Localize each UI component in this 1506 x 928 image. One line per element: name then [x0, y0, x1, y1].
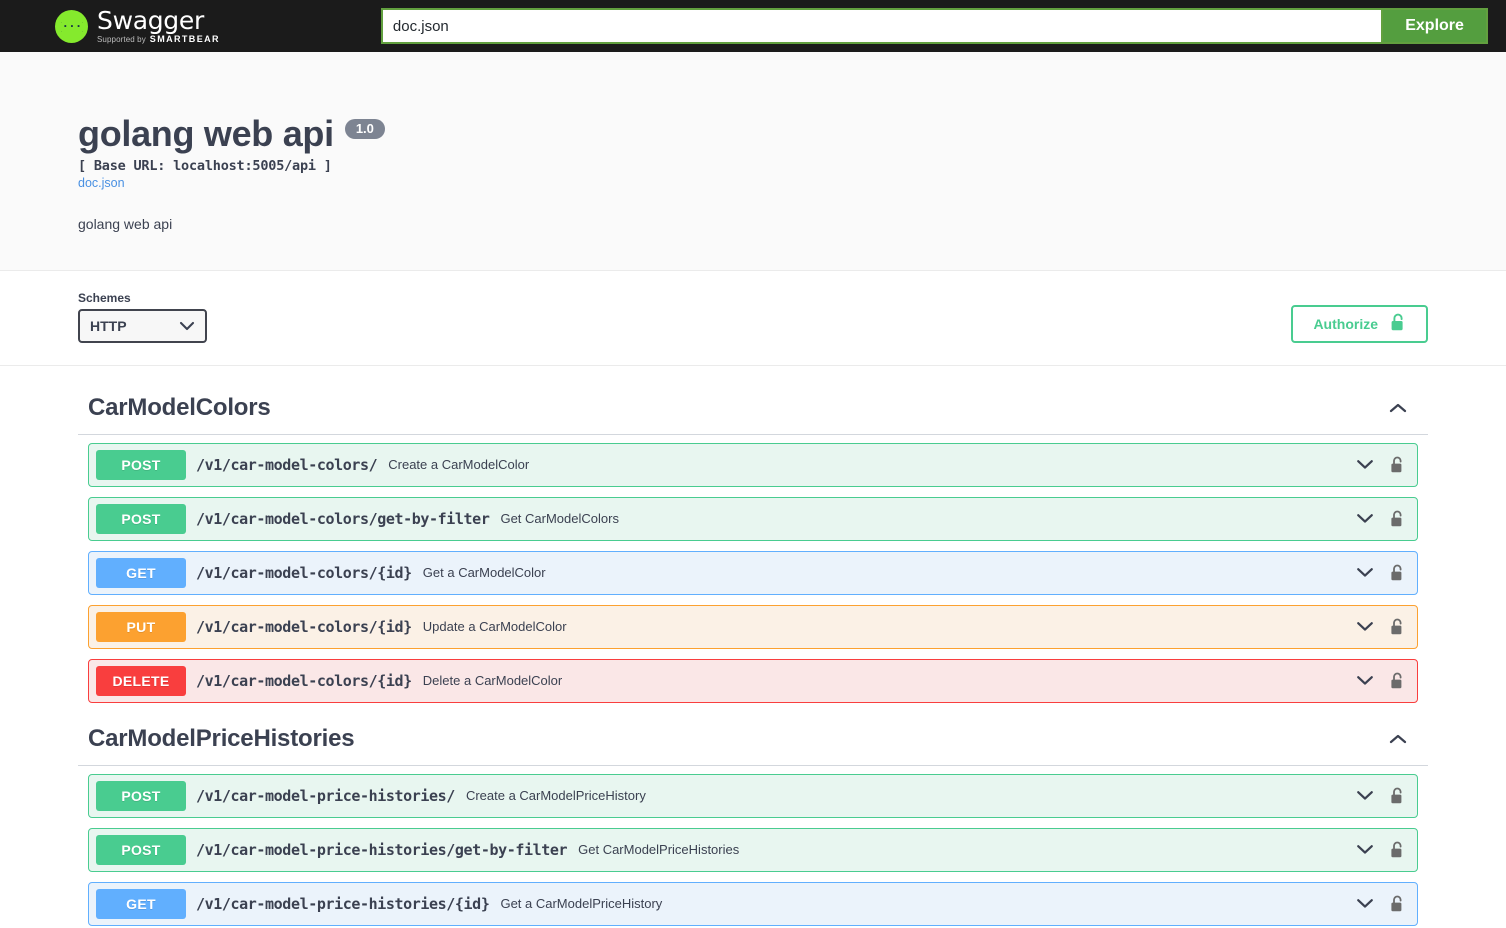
- spec-doc-link[interactable]: doc.json: [78, 176, 125, 190]
- chevron-up-icon[interactable]: [1388, 402, 1418, 414]
- page-title: golang web api: [78, 113, 334, 154]
- unlock-icon[interactable]: [1390, 510, 1405, 528]
- operation-path: /v1/car-model-price-histories/: [196, 786, 455, 805]
- version-badge: 1.0: [344, 119, 385, 140]
- explore-button[interactable]: Explore: [1381, 8, 1488, 44]
- tag-name: CarModelColors: [88, 393, 271, 421]
- operation-row[interactable]: GET/v1/car-model-colors/{id} Get a CarMod…: [88, 550, 1418, 595]
- base-url: [ Base URL: localhost:5005/api ]: [78, 157, 332, 174]
- swagger-logo-icon: {···}: [55, 9, 88, 43]
- unlock-icon[interactable]: [1390, 618, 1405, 636]
- operation-path: /v1/car-model-price-histories/{id}: [196, 894, 490, 913]
- operation-row[interactable]: PUT/v1/car-model-colors/{id} Update a Car…: [88, 604, 1418, 649]
- unlock-icon[interactable]: [1390, 564, 1405, 582]
- schemes-label: Schemes: [78, 290, 131, 305]
- operation-path: /v1/car-model-colors/get-by-filter: [196, 509, 490, 528]
- http-verb-badge: POST: [96, 780, 186, 811]
- chevron-down-icon[interactable]: [1356, 898, 1374, 909]
- operation-row[interactable]: POST/v1/car-model-colors/get-by-filter Ge…: [88, 496, 1418, 541]
- operation-summary: Get a CarModelPriceHistory: [500, 896, 663, 912]
- swagger-logo-text: Swagger: [97, 6, 204, 35]
- tag-header-carmodelcolors[interactable]: CarModelColors: [78, 382, 1428, 435]
- chevron-down-icon[interactable]: [1356, 621, 1374, 632]
- chevron-up-icon[interactable]: [1388, 733, 1418, 745]
- chevron-down-icon: [179, 321, 195, 331]
- operation-path: /v1/car-model-colors/{id}: [196, 563, 412, 582]
- api-title-row: golang web api 1.0: [78, 114, 1428, 154]
- chevron-down-icon[interactable]: [1356, 844, 1374, 855]
- schemes-selected-value: HTTP: [90, 317, 127, 334]
- api-info-block: golang web api 1.0 [ Base URL: localhost…: [0, 52, 1506, 271]
- http-verb-badge: POST: [96, 834, 186, 865]
- authorize-label: Authorize: [1313, 315, 1378, 332]
- unlock-icon[interactable]: [1390, 672, 1405, 690]
- operation-row[interactable]: GET/v1/car-model-price-histories/{id} Get…: [88, 881, 1418, 926]
- operation-row[interactable]: DELETE/v1/car-model-colors/{id} Delete a …: [88, 658, 1418, 703]
- logo-supported-by-label: Supported by: [97, 35, 146, 44]
- http-verb-badge: GET: [96, 888, 186, 919]
- schemes-select[interactable]: HTTP: [78, 308, 207, 343]
- spec-url-form: Explore: [380, 8, 1488, 44]
- tag-header-carmodelpricehistories[interactable]: CarModelPriceHistories: [78, 713, 1428, 766]
- chevron-down-icon[interactable]: [1356, 459, 1374, 470]
- chevron-down-icon[interactable]: [1356, 567, 1374, 578]
- operation-path: /v1/car-model-colors/{id}: [196, 671, 412, 690]
- unlock-icon[interactable]: [1390, 456, 1405, 474]
- operations-container: CarModelColors POST/v1/car-model-colors/C…: [23, 366, 1483, 926]
- unlock-icon[interactable]: [1390, 787, 1405, 805]
- operation-summary: Create a CarModelPriceHistory: [465, 788, 646, 804]
- operation-path: /v1/car-model-colors/: [196, 455, 378, 474]
- chevron-down-icon[interactable]: [1356, 513, 1374, 524]
- tag-section: CarModelPriceHistories POST/v1/car-model-…: [78, 713, 1428, 926]
- operation-summary: Delete a CarModelColor: [422, 673, 563, 689]
- unlock-icon: [1390, 313, 1406, 335]
- operation-summary: Get CarModelPriceHistories: [578, 842, 740, 858]
- http-verb-badge: PUT: [96, 611, 186, 642]
- http-verb-badge: POST: [96, 449, 186, 480]
- authorize-button[interactable]: Authorize: [1291, 304, 1428, 343]
- operation-summary: Get CarModelColors: [500, 511, 619, 527]
- unlock-icon[interactable]: [1390, 895, 1405, 913]
- api-description: golang web api: [78, 215, 173, 232]
- tag-section: CarModelColors POST/v1/car-model-colors/C…: [78, 382, 1428, 703]
- chevron-down-icon[interactable]: [1356, 675, 1374, 686]
- schemes-block: Schemes HTTP Authorize: [0, 270, 1506, 366]
- operation-row[interactable]: POST/v1/car-model-price-histories/Create…: [88, 773, 1418, 818]
- svg-text:{···}: {···}: [61, 20, 83, 33]
- chevron-down-icon[interactable]: [1356, 790, 1374, 801]
- tag-name: CarModelPriceHistories: [88, 724, 355, 752]
- topbar: {···} Swagger Supported by SMARTBEAR Exp…: [0, 0, 1506, 52]
- http-verb-badge: GET: [96, 557, 186, 588]
- spec-url-input[interactable]: [380, 8, 1382, 44]
- http-verb-badge: DELETE: [96, 665, 186, 696]
- unlock-icon[interactable]: [1390, 841, 1405, 859]
- operation-row[interactable]: POST/v1/car-model-colors/Create a CarMod…: [88, 442, 1418, 487]
- operation-summary: Get a CarModelColor: [422, 565, 546, 581]
- operation-summary: Create a CarModelColor: [388, 457, 530, 473]
- operation-path: /v1/car-model-price-histories/get-by-fil…: [196, 840, 568, 859]
- operation-path: /v1/car-model-colors/{id}: [196, 617, 412, 636]
- operation-row[interactable]: POST/v1/car-model-price-histories/get-by…: [88, 827, 1418, 872]
- swagger-logo[interactable]: {···} Swagger Supported by SMARTBEAR: [55, 8, 220, 44]
- http-verb-badge: POST: [96, 503, 186, 534]
- operation-summary: Update a CarModelColor: [422, 619, 567, 635]
- logo-smartbear-label: SMARTBEAR: [149, 34, 220, 44]
